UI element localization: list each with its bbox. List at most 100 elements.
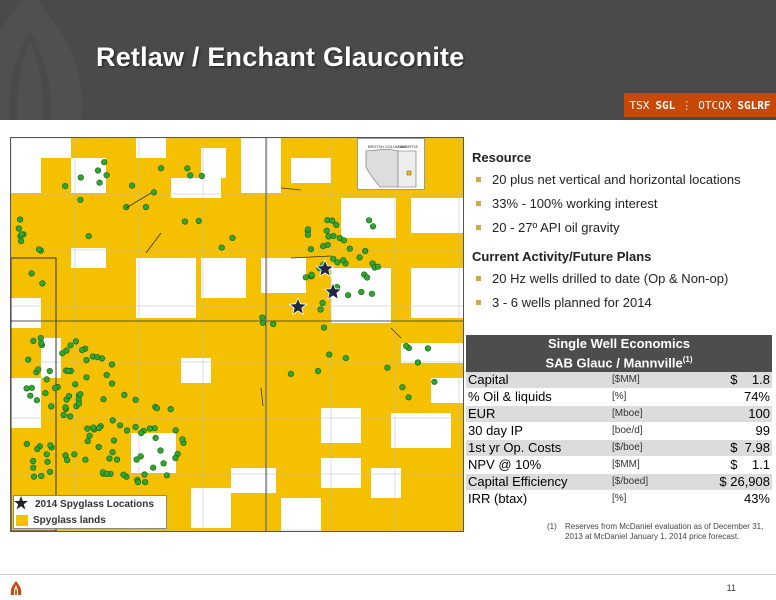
well-dot [134,479,142,486]
well-dot [46,468,54,476]
well-dot [153,405,160,412]
economics-title-footnote-ref: (1) [682,355,693,364]
well-dot [65,393,73,400]
well-dot [37,335,44,342]
well-dot [35,366,42,373]
economics-row: Capital Efficiency [$/boed] $ 26,908 [466,473,772,492]
page-number: 11 [726,583,736,593]
ticker-exchange-2: OTCQX [698,98,732,112]
well-dot [184,165,191,172]
well-dot [96,424,103,432]
well-dot [362,247,369,255]
well-dot [157,447,164,454]
well-dot [334,259,341,266]
well-dot [304,226,312,233]
economics-unit-cell: [boe/d] [610,422,706,441]
well-dot [160,460,167,467]
well-dot [142,203,150,211]
economics-value-cell: $ 7.98 [706,439,772,458]
well-dot [141,471,148,478]
well-dot [34,445,41,453]
well-dot [179,436,186,443]
well-dot [84,438,91,445]
well-dot [150,464,157,471]
economics-label-cell: % Oil & liquids [466,388,610,407]
economics-label-cell: Capital [466,372,610,390]
inset-map-icon: BRITISH COLUMBIA ALBERTA [365,144,418,188]
well-dot [42,390,49,397]
unleased-block [331,268,391,323]
well-dot [90,424,97,431]
ticker-separator: ⋮ [681,98,693,112]
well-dot [108,361,116,368]
well-dot [110,437,118,444]
resource-list: 20 plus net vertical and horizontal loca… [472,171,772,243]
legend-row-lands: Spyglass lands [14,512,166,528]
company-logo-watermark-icon [0,0,82,120]
unleased-block [291,158,331,183]
economics-table: Single Well Economics SAB Glauc / Mannvi… [466,335,772,509]
well-dot [30,457,37,465]
economics-label-cell: 30 day IP [466,422,610,441]
economics-row: Capital [$MM] $ 1.8 [466,372,772,390]
inset-label-ab: ALBERTA [400,144,418,149]
legend-row-locations: 2014 Spyglass Locations [14,496,166,512]
well-dot [152,434,159,442]
footnote-number: (1) [547,522,557,531]
well-dot [346,245,353,252]
well-dot [399,384,406,391]
well-dot [132,423,139,431]
ticker-symbol-1: SGL [655,98,676,112]
well-dot [100,396,107,403]
well-dot [304,231,312,238]
well-dot [17,216,24,223]
economics-value-cell: 99 [706,422,772,441]
content-panel: Resource 20 plus net vertical and horizo… [472,150,772,322]
well-dot [113,456,121,463]
well-dot [167,406,174,413]
well-dot [403,342,410,350]
activity-list: 20 Hz wells drilled to date (Op & Non-op… [472,270,772,318]
well-dot [30,464,37,471]
economics-title-line2: SAB Glauc / Mannville [545,355,683,371]
well-dot [308,271,315,278]
well-dot [77,174,84,181]
well-dot [77,196,84,203]
economics-value-cell: 43% [706,490,772,509]
resource-heading: Resource [472,150,532,165]
well-dot [71,451,78,458]
well-dot [342,355,349,362]
economics-row: EUR [Mboe] 100 [466,405,772,424]
well-dot [72,381,79,388]
well-dot [325,233,332,240]
economics-label-cell: NPV @ 10% [466,456,610,475]
well-dot [132,396,139,403]
well-dot [195,217,202,224]
well-dot [323,227,330,234]
well-dot [39,280,46,287]
unleased-block [11,298,41,328]
well-dot [43,376,50,383]
unleased-block [241,138,281,193]
ticker-bar: TSX SGL ⋮ OTCQX SGLRF [624,93,776,117]
well-dot [374,263,382,270]
well-dot [93,354,101,361]
well-dot [384,364,391,371]
economics-label-cell: 1st yr Op. Costs [466,439,610,458]
ticker-exchange-1: TSX [629,98,650,112]
well-dot [424,345,432,352]
well-dot [405,394,412,401]
well-dot [369,223,377,230]
well-dot [79,347,86,354]
well-dot [314,368,322,375]
location-inset-map: BRITISH COLUMBIA ALBERTA [357,138,425,190]
unleased-block [171,178,221,198]
well-dot [60,411,67,419]
well-dot [187,172,194,179]
well-dot [33,397,41,404]
slide-header: Retlaw / Enchant Glauconite TSX SGL ⋮ OT… [0,0,776,120]
well-dot [59,350,66,357]
footnote-text: Reserves from McDaniel evaluation as of … [565,522,764,541]
economics-row: 1st yr Op. Costs [$/boe] $ 7.98 [466,439,772,458]
well-dot [85,233,92,240]
